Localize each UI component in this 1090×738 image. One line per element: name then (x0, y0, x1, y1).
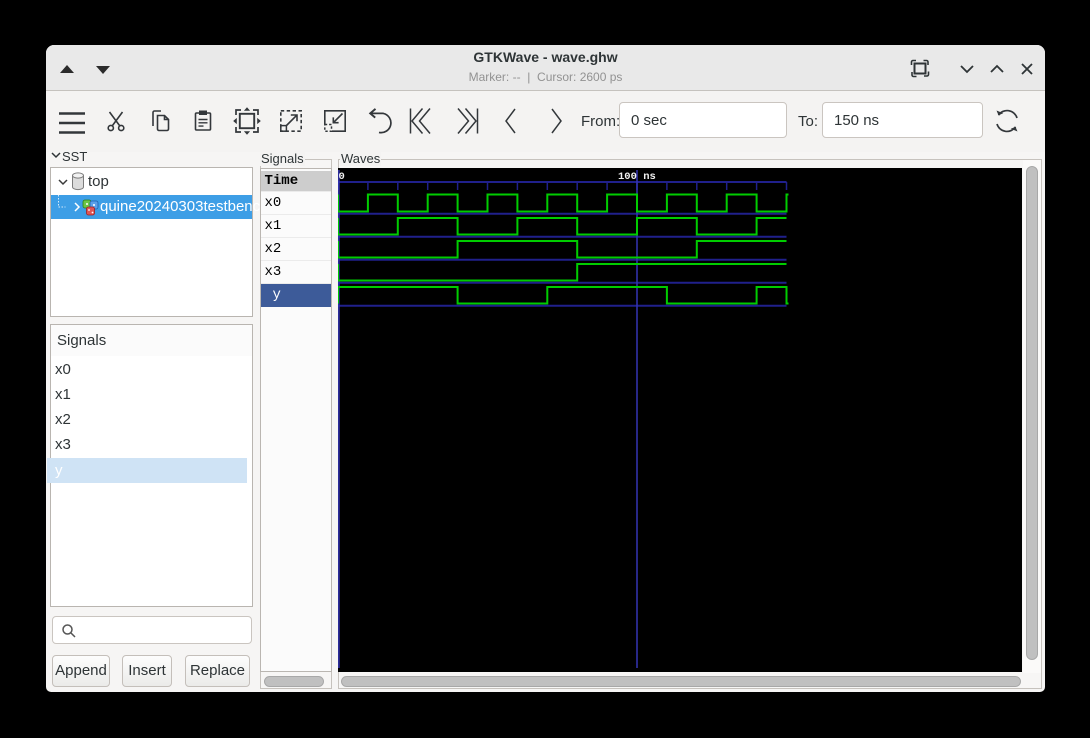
svg-text:100 ns: 100 ns (618, 171, 656, 183)
svg-text:0: 0 (339, 171, 345, 183)
